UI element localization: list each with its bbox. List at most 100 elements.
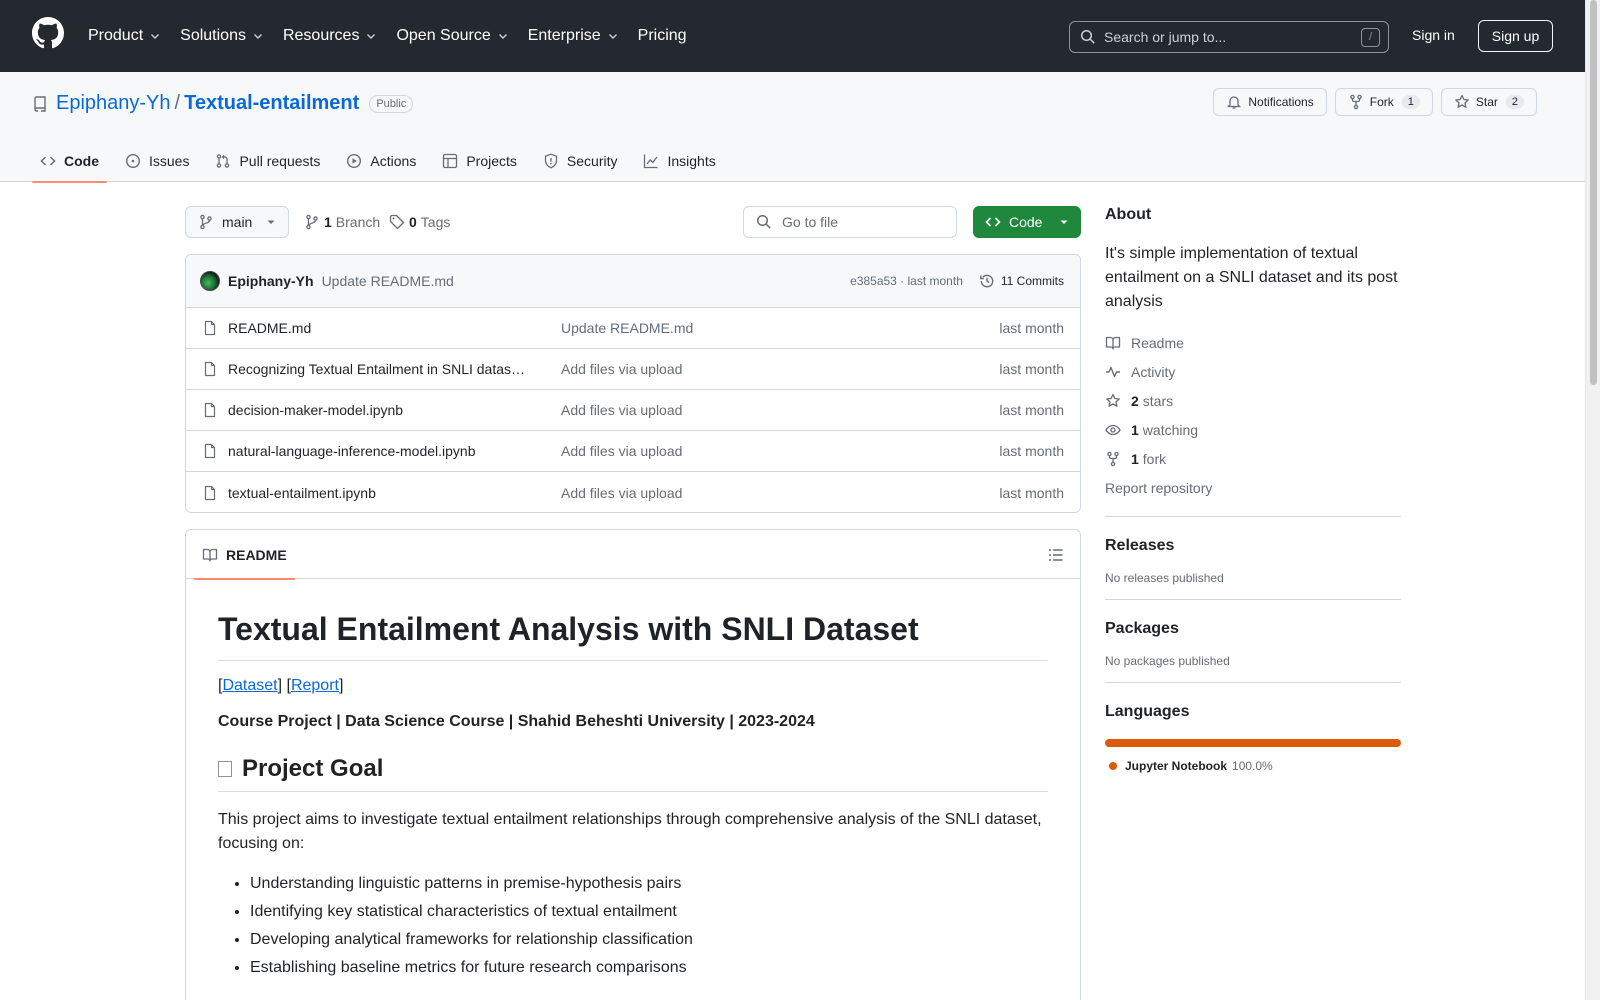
eye-icon <box>1105 424 1121 435</box>
scrollbar-thumb[interactable] <box>1590 0 1597 385</box>
forks-link[interactable]: 1 fork <box>1105 444 1401 473</box>
notifications-label: Notifications <box>1248 95 1314 109</box>
chevron-down-icon <box>253 34 262 39</box>
nav-solutions[interactable]: Solutions <box>180 22 264 50</box>
file-name-link[interactable]: decision-maker-model.ipynb <box>228 402 561 418</box>
commit-author-link[interactable]: Epiphany-Yh <box>228 273 314 289</box>
star-button[interactable]: Star 2 <box>1440 88 1537 116</box>
nav-product[interactable]: Product <box>88 22 161 50</box>
go-to-file-input[interactable]: Go to file <box>743 206 957 238</box>
language-item[interactable]: Jupyter Notebook 100.0% <box>1105 759 1401 773</box>
pulse-icon <box>1106 366 1120 377</box>
caret-down-icon <box>267 220 275 224</box>
dataset-link[interactable]: Dataset <box>222 677 277 694</box>
tag-icon <box>389 214 405 230</box>
releases-heading[interactable]: Releases <box>1105 537 1401 555</box>
tab-insights[interactable]: Insights <box>635 140 723 182</box>
code-icon <box>985 217 1001 227</box>
tab-label: Code <box>64 153 99 169</box>
tab-issues[interactable]: Issues <box>117 140 197 182</box>
tag-count: 0 <box>409 214 417 230</box>
branches-link[interactable]: 1 Branch <box>304 214 380 230</box>
nav-label: Enterprise <box>527 27 601 44</box>
packages-empty: No packages published <box>1105 654 1230 668</box>
tab-pull-requests[interactable]: Pull requests <box>207 140 328 182</box>
watchers-link[interactable]: 1 watching <box>1105 415 1401 444</box>
file-name-link[interactable]: natural-language-inference-model.ipynb <box>228 443 561 459</box>
repo-icon <box>34 95 46 112</box>
file-commit-message[interactable]: Update README.md <box>561 320 999 336</box>
tag-label: Tags <box>420 214 451 230</box>
code-dropdown-button[interactable]: Code <box>973 206 1081 238</box>
file-icon <box>204 485 216 500</box>
star-icon <box>1106 393 1120 407</box>
file-row[interactable]: Recognizing Textual Entailment in SNLI d… <box>186 349 1080 390</box>
branch-label: Branch <box>335 214 381 230</box>
file-name-link[interactable]: README.md <box>228 320 561 336</box>
file-commit-message[interactable]: Add files via upload <box>561 402 999 418</box>
about-description: It's simple implementation of textual en… <box>1105 245 1398 310</box>
branch-selector[interactable]: main <box>185 206 289 238</box>
file-name-link[interactable]: Recognizing Textual Entailment in SNLI d… <box>228 361 561 377</box>
file-row[interactable]: README.md Update README.md last month <box>186 308 1080 349</box>
commit-sha-date[interactable]: e385a53 · last month <box>850 274 963 288</box>
sign-up-button[interactable]: Sign up <box>1478 20 1553 52</box>
file-commit-message[interactable]: Add files via upload <box>561 361 999 377</box>
avatar[interactable] <box>200 271 220 291</box>
branch-name: main <box>222 214 253 230</box>
chevron-down-icon <box>608 34 617 39</box>
pull-request-icon <box>217 154 230 168</box>
stars-label: stars <box>1142 392 1174 409</box>
sign-in-link[interactable]: Sign in <box>1412 27 1455 43</box>
list-outline-icon[interactable] <box>1048 547 1064 563</box>
tab-projects[interactable]: Projects <box>434 140 525 182</box>
tags-link[interactable]: 0 Tags <box>389 214 450 230</box>
nav-resources[interactable]: Resources <box>283 22 377 50</box>
file-row[interactable]: natural-language-inference-model.ipynb A… <box>186 431 1080 472</box>
search-icon <box>756 214 771 229</box>
commits-count: 11 Commits <box>1000 274 1064 288</box>
report-link[interactable]: Report <box>291 677 339 694</box>
list-item: Developing analytical frameworks for rel… <box>250 926 1048 954</box>
nav-pricing[interactable]: Pricing <box>638 22 687 50</box>
nav-label: Open Source <box>396 27 491 44</box>
tab-code[interactable]: Code <box>32 140 107 183</box>
repo-actions: Notifications Fork 1 Star 2 <box>1205 88 1537 116</box>
commits-history-link[interactable]: 11 Commits <box>979 273 1064 289</box>
repo-owner-link[interactable]: Epiphany-Yh <box>56 92 171 115</box>
tab-label: Issues <box>149 153 190 169</box>
stars-link[interactable]: 2 stars <box>1105 386 1401 415</box>
branch-icon <box>306 214 318 230</box>
global-search-input[interactable]: Search or jump to... / <box>1069 21 1389 53</box>
file-date: last month <box>999 320 1064 336</box>
github-logo-icon[interactable] <box>32 17 64 49</box>
fork-button[interactable]: Fork 1 <box>1334 88 1433 116</box>
file-row[interactable]: textual-entailment.ipynb Add files via u… <box>186 472 1080 512</box>
about-links: Readme Activity 2 stars 1 watching 1 for… <box>1105 328 1401 502</box>
tab-readme[interactable]: README <box>194 530 295 580</box>
bracket-text: ] <box>338 677 344 694</box>
nav-enterprise[interactable]: Enterprise <box>528 22 619 50</box>
readme-link[interactable]: Readme <box>1105 328 1401 357</box>
notifications-button[interactable]: Notifications <box>1213 88 1327 116</box>
file-name-link[interactable]: textual-entailment.ipynb <box>228 485 561 501</box>
visibility-badge: Public <box>369 94 414 113</box>
goal-heading: Project Goal <box>218 755 1048 792</box>
search-icon <box>1080 29 1095 44</box>
goal-paragraph: This project aims to investigate textual… <box>218 811 1042 852</box>
file-commit-message[interactable]: Add files via upload <box>561 485 999 501</box>
fork-icon <box>1107 451 1119 466</box>
page-scrollbar[interactable] <box>1585 0 1600 1000</box>
commit-message-link[interactable]: Update README.md <box>322 273 851 289</box>
tab-security[interactable]: Security <box>535 140 626 182</box>
nav-open-source[interactable]: Open Source <box>396 22 508 50</box>
report-repository-link[interactable]: Report repository <box>1105 473 1401 502</box>
repo-name-link[interactable]: Textual-entailment <box>184 92 359 115</box>
activity-link[interactable]: Activity <box>1105 357 1401 386</box>
tab-actions[interactable]: Actions <box>338 140 424 182</box>
tab-label: Actions <box>370 153 417 169</box>
packages-heading[interactable]: Packages <box>1105 620 1401 638</box>
file-row[interactable]: decision-maker-model.ipynb Add files via… <box>186 390 1080 431</box>
file-commit-message[interactable]: Add files via upload <box>561 443 999 459</box>
placeholder-glyph-icon <box>218 761 232 777</box>
